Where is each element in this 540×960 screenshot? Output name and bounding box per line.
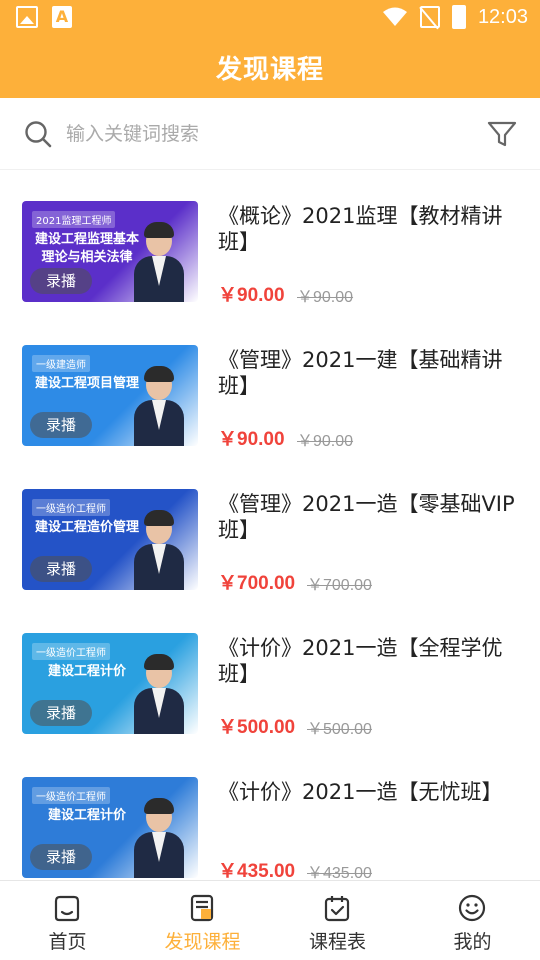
status-time: 12:03	[477, 5, 528, 28]
status-left: A	[16, 6, 72, 28]
app-notification-icon: A	[52, 6, 72, 28]
home-icon	[54, 895, 80, 922]
no-sim-icon	[419, 6, 440, 28]
thumbnail-headline: 建设工程计价	[47, 808, 126, 823]
course-title: 《计价》2021一造【全程学优班】	[218, 636, 503, 686]
thumbnail-headline: 建设工程造价管理	[34, 520, 139, 535]
status-bar: A 12:03	[0, 0, 540, 36]
thumbnail-headline: 建设工程计价	[47, 664, 126, 679]
thumbnail-tag: 一级建造师	[32, 355, 90, 372]
battery-icon	[451, 5, 466, 29]
thumbnail-tag: 一级造价工程师	[32, 643, 110, 660]
thumbnail-tag: 一级造价工程师	[32, 499, 110, 516]
course-original-price: ￥700.00	[307, 577, 372, 594]
course-original-price: ￥90.00	[297, 433, 354, 450]
smile-icon	[458, 894, 486, 922]
teacher-photo	[132, 654, 186, 734]
nav-home-label: 首页	[48, 931, 87, 953]
calendar-icon	[324, 896, 350, 922]
course-card[interactable]: 一级建造师 建设工程项目管理 录播 《管理》2021一建【基础精讲班】 ￥90.…	[0, 315, 540, 459]
course-thumbnail: 一级造价工程师 建设工程造价管理 录播	[22, 489, 198, 590]
nav-profile-label: 我的	[453, 931, 492, 953]
image-notification-icon	[16, 6, 38, 28]
course-price: ￥700.00	[218, 573, 296, 594]
teacher-photo	[132, 222, 186, 302]
course-thumbnail: 一级建造师 建设工程项目管理 录播	[22, 345, 198, 446]
course-title: 《计价》2021一造【无忧班】	[218, 780, 503, 804]
recorded-badge: 录播	[30, 700, 93, 726]
teacher-photo	[132, 510, 186, 590]
recorded-badge: 录播	[30, 556, 93, 582]
app-header: 发现课程	[0, 36, 540, 98]
course-original-price: ￥500.00	[307, 721, 372, 738]
bottom-nav: 首页 发现课程 课程表 我的	[0, 880, 540, 960]
search-input[interactable]	[66, 116, 466, 152]
teacher-photo	[132, 366, 186, 446]
course-card[interactable]: 2021监理工程师 建设工程监理基本理论与相关法律 录播 《概论》2021监理【…	[0, 171, 540, 315]
course-price: ￥90.00	[218, 429, 285, 450]
nav-courses-label: 发现课程	[164, 931, 241, 953]
thumbnail-headline: 建设工程项目管理	[34, 376, 139, 391]
course-thumbnail: 一级造价工程师 建设工程计价 录播	[22, 633, 198, 734]
nav-schedule[interactable]: 课程表	[270, 881, 405, 960]
course-thumbnail: 一级造价工程师 建设工程计价 录播	[22, 777, 198, 878]
wifi-icon	[382, 7, 407, 26]
course-price: ￥90.00	[218, 285, 285, 306]
teacher-photo	[132, 798, 186, 878]
course-price: ￥435.00	[218, 861, 296, 880]
course-title: 《概论》2021监理【教材精讲班】	[218, 204, 503, 254]
thumbnail-tag: 2021监理工程师	[32, 211, 116, 228]
course-list: 2021监理工程师 建设工程监理基本理论与相关法律 录播 《概论》2021监理【…	[0, 171, 540, 880]
recorded-badge: 录播	[30, 268, 93, 294]
thumbnail-tag: 一级造价工程师	[32, 787, 110, 804]
thumbnail-headline: 建设工程监理基本理论与相关法律	[34, 232, 139, 265]
course-title: 《管理》2021一造【零基础VIP班】	[218, 492, 515, 542]
course-card[interactable]: 一级造价工程师 建设工程计价 录播 《计价》2021一造【全程学优班】 ￥500…	[0, 603, 540, 747]
nav-home[interactable]: 首页	[0, 881, 135, 960]
course-title: 《管理》2021一建【基础精讲班】	[218, 348, 503, 398]
course-original-price: ￥90.00	[297, 289, 354, 306]
recorded-badge: 录播	[30, 412, 93, 438]
course-thumbnail: 2021监理工程师 建设工程监理基本理论与相关法律 录播	[22, 201, 198, 302]
filter-icon[interactable]	[486, 118, 518, 150]
nav-schedule-label: 课程表	[308, 931, 366, 953]
course-original-price: ￥435.00	[307, 865, 372, 880]
recorded-badge: 录播	[30, 844, 93, 870]
course-card[interactable]: 一级造价工程师 建设工程造价管理 录播 《管理》2021一造【零基础VIP班】 …	[0, 459, 540, 603]
search-bar	[0, 98, 540, 170]
search-icon[interactable]	[24, 120, 52, 148]
course-icon	[190, 894, 214, 922]
nav-profile[interactable]: 我的	[405, 881, 540, 960]
page-title: 发现课程	[215, 55, 324, 85]
course-price: ￥500.00	[218, 717, 296, 738]
nav-courses[interactable]: 发现课程	[135, 881, 270, 960]
course-card[interactable]: 一级造价工程师 建设工程计价 录播 《计价》2021一造【无忧班】 ￥435.0…	[0, 747, 540, 880]
status-right: 12:03	[382, 5, 528, 29]
